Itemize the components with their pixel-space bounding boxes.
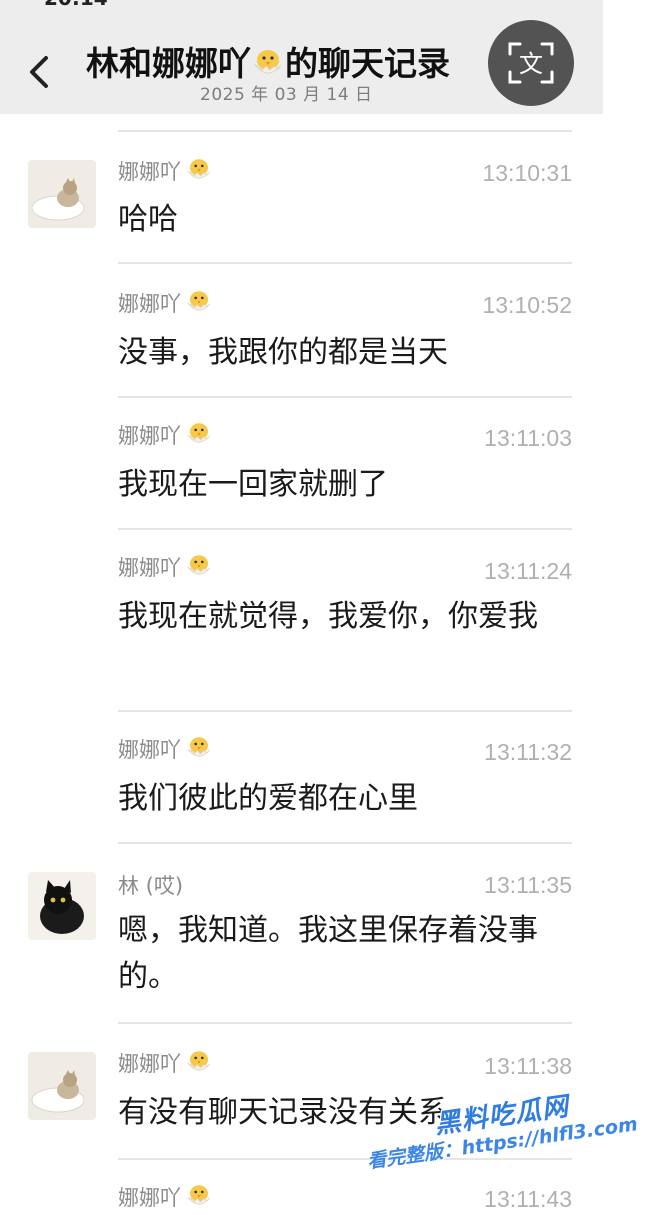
- chick-emoji-icon: [185, 1048, 213, 1081]
- back-button[interactable]: [22, 50, 58, 94]
- cat-in-bed-avatar-icon: [28, 1052, 96, 1120]
- translate-label: 文: [519, 50, 543, 78]
- message-time: 13:11:43: [484, 1186, 572, 1212]
- title-suffix: 的聊天记录: [285, 44, 450, 83]
- message-time: 13:11:35: [484, 872, 572, 898]
- chat-date: 2025 年 03 月 14 日: [200, 85, 373, 105]
- sender-name: 林 (哎): [118, 874, 184, 898]
- title-prefix: 林和娜娜吖: [86, 44, 251, 83]
- avatar[interactable]: [28, 160, 96, 228]
- status-time: 20:14: [44, 0, 108, 10]
- chick-emoji-icon: [185, 288, 213, 321]
- divider: [118, 710, 572, 712]
- black-cat-avatar-icon: [28, 872, 96, 940]
- sender-name: 娜娜吖: [118, 1182, 213, 1215]
- message-time: 13:10:31: [482, 160, 572, 186]
- chevron-left-icon: [30, 56, 48, 88]
- message-text[interactable]: 没事，我跟你的都是当天: [118, 330, 568, 376]
- avatar[interactable]: [28, 872, 96, 940]
- avatar[interactable]: [28, 1052, 96, 1120]
- scan-translate-icon: 文: [508, 42, 554, 84]
- message-time: 13:11:38: [484, 1053, 572, 1079]
- sender-name: 娜娜吖: [118, 156, 213, 189]
- message-time: 13:11:24: [484, 558, 572, 584]
- message-time: 13:10:52: [482, 292, 572, 318]
- divider: [118, 842, 572, 844]
- message-list[interactable]: 娜娜吖 13:10:31 哈哈 娜娜吖 13:10:52 没事，我跟你的都是当天…: [0, 114, 603, 1212]
- cat-in-bed-avatar-icon: [28, 160, 96, 228]
- divider: [118, 1022, 572, 1024]
- divider: [118, 396, 572, 398]
- chick-emoji-icon: [185, 156, 213, 189]
- chick-emoji-icon: [185, 420, 213, 453]
- message-text[interactable]: 哈哈: [118, 197, 568, 243]
- sender-name: 娜娜吖: [118, 734, 213, 767]
- divider: [118, 1158, 572, 1160]
- sender-name: 娜娜吖: [118, 288, 213, 321]
- message-text[interactable]: 我现在一回家就删了: [118, 462, 568, 508]
- divider: [118, 528, 572, 530]
- sender-name: 娜娜吖: [118, 420, 213, 453]
- message-time: 13:11:32: [484, 739, 572, 765]
- status-bar: 20:14 ▮▮▮ ▾ ▭: [0, 0, 603, 10]
- message-text[interactable]: 我现在就觉得，我爱你，你爱我: [118, 594, 558, 640]
- message-text[interactable]: 我们彼此的爱都在心里: [118, 776, 568, 822]
- chick-emoji-icon: [185, 1182, 213, 1215]
- chat-history-header: 20:14 ▮▮▮ ▾ ▭ 林和娜娜吖的聊天记录 2025 年 03 月 14 …: [0, 0, 603, 114]
- sender-name: 娜娜吖: [118, 1048, 213, 1081]
- divider: [118, 262, 572, 264]
- message-time: 13:11:03: [484, 425, 572, 451]
- message-text[interactable]: 嗯，我知道。我这里保存着没事的。: [118, 908, 558, 1000]
- sender-name: 娜娜吖: [118, 552, 213, 585]
- translate-button[interactable]: 文: [488, 20, 574, 106]
- divider: [118, 130, 572, 132]
- chick-emoji-icon: [185, 552, 213, 585]
- chick-emoji-icon: [185, 734, 213, 767]
